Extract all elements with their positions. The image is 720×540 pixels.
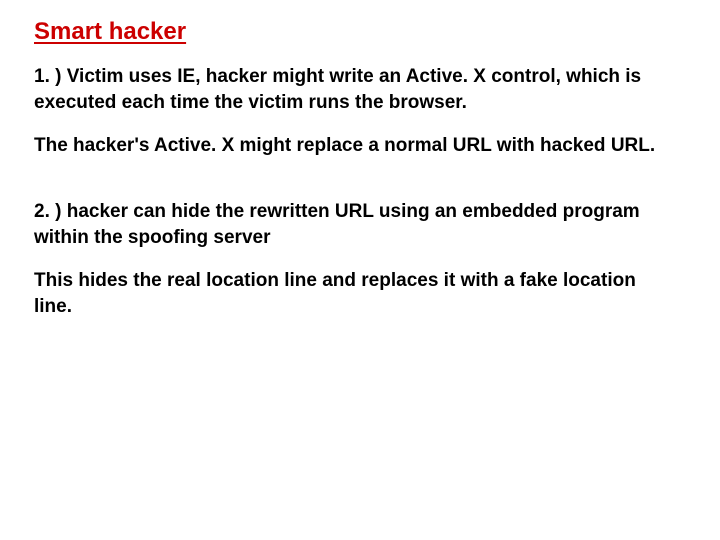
body-paragraph-3: 2. ) hacker can hide the rewritten URL u… — [34, 199, 674, 250]
body-paragraph-1: 1. ) Victim uses IE, hacker might write … — [34, 64, 674, 115]
body-paragraph-4: This hides the real location line and re… — [34, 268, 674, 319]
slide-container: Smart hacker 1. ) Victim uses IE, hacker… — [0, 0, 720, 540]
spacer — [34, 177, 686, 199]
slide-title: Smart hacker — [34, 18, 686, 46]
body-paragraph-2: The hacker's Active. X might replace a n… — [34, 133, 674, 159]
